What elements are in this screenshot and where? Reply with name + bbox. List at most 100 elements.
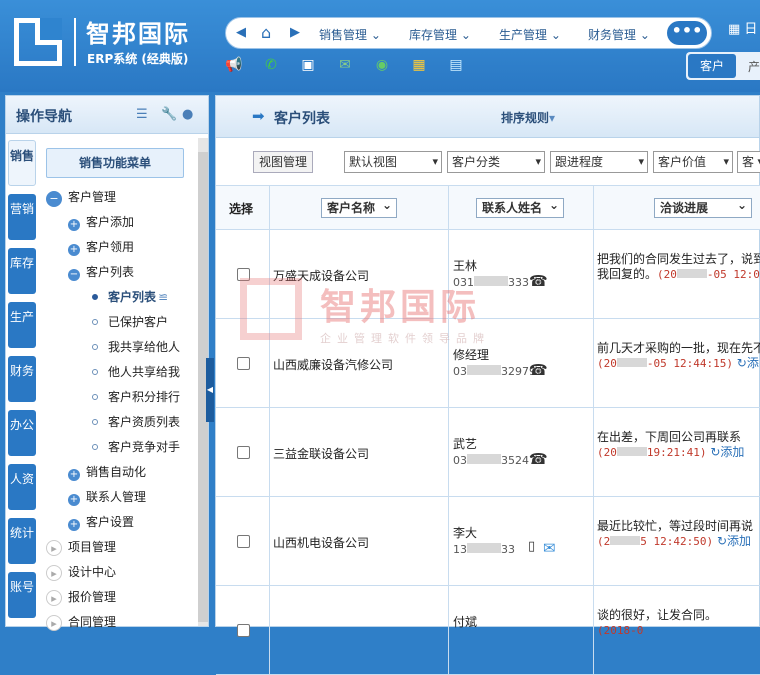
add-link[interactable]: ↻添 bbox=[737, 356, 759, 370]
nav-tree-item[interactable]: − 客户列表 bbox=[68, 263, 134, 281]
calendar-icon[interactable]: ▦ 日 bbox=[728, 18, 757, 37]
module-tab[interactable]: 账号 bbox=[8, 572, 36, 618]
view-manage-button[interactable]: 视图管理 bbox=[253, 151, 313, 173]
wechat-icon[interactable]: ◉ bbox=[373, 57, 391, 73]
page-title: 客户列表 bbox=[274, 111, 330, 127]
telephone-icon[interactable]: ☎ bbox=[529, 361, 548, 379]
table-row[interactable]: 三益金联设备公司 武艺 03 35247 ☎ 在出差，下周回公司再联系 (20 19:21:4… bbox=[216, 408, 760, 497]
telephone-icon[interactable]: ☎ bbox=[529, 272, 548, 290]
phone-prefix: 13 bbox=[453, 543, 467, 556]
module-tab[interactable]: 生产 bbox=[8, 302, 36, 348]
chevron-right-icon: ▸ bbox=[46, 565, 62, 581]
customer-category-select[interactable]: 客户分类 bbox=[447, 151, 545, 173]
nav-tree-item[interactable]: + 客户设置 bbox=[68, 513, 134, 531]
arrow-right-icon[interactable]: ▶ bbox=[290, 25, 300, 40]
mobile-icon[interactable]: ▣ bbox=[299, 57, 317, 73]
nav-tree-item[interactable]: ▸ 设计中心 bbox=[46, 563, 116, 581]
arrow-left-icon[interactable]: ◀ bbox=[236, 25, 246, 40]
customer-name[interactable]: 三益金联设备公司 bbox=[273, 445, 369, 462]
phone-icon[interactable]: ✆ bbox=[262, 57, 280, 73]
collapse-icon: − bbox=[46, 191, 62, 207]
chevron-right-icon: ▸ bbox=[46, 615, 62, 631]
select-header-label: 选择 bbox=[229, 202, 254, 216]
tab-product[interactable]: 产 bbox=[748, 58, 760, 75]
row-checkbox[interactable] bbox=[237, 624, 250, 637]
home-icon[interactable]: ⌂ bbox=[261, 23, 271, 42]
nav-tree-item[interactable]: 客户列表 ≌ bbox=[92, 288, 168, 305]
apps-icon[interactable]: ▦ bbox=[410, 57, 428, 73]
progress-column: 洽谈进展 bbox=[594, 186, 760, 230]
wrench-icon[interactable]: 🔧 bbox=[161, 107, 177, 122]
nav-tree-item[interactable]: + 客户添加 bbox=[68, 213, 134, 231]
module-tab[interactable]: 统计 bbox=[8, 518, 36, 564]
cell-divider bbox=[449, 408, 594, 497]
nav-tree-item[interactable]: 客户竞争对手 bbox=[92, 438, 180, 455]
menu-finance[interactable]: 财务管理 ⌄ bbox=[588, 26, 650, 43]
progress-column-dropdown[interactable]: 洽谈进展 bbox=[654, 196, 752, 218]
nav-tree-item[interactable]: 我共享给他人 bbox=[92, 338, 180, 355]
module-tab[interactable]: 营销 bbox=[8, 194, 36, 240]
table-row[interactable]: 山西机电设备公司 李大 13 33 ▯ ✉ 最近比较忙，等过段时间再说 (2 5 12:42:5… bbox=[216, 497, 760, 586]
nav-tree-item[interactable]: 他人共享给我 bbox=[92, 363, 180, 380]
tab-customer[interactable]: 客户 bbox=[688, 54, 736, 78]
module-tab[interactable]: 财务 bbox=[8, 356, 36, 402]
nav-tree-item[interactable]: 客户资质列表 bbox=[92, 413, 180, 430]
module-tab[interactable]: 销售 bbox=[8, 140, 36, 186]
nav-tree-item[interactable]: ▸ 报价管理 bbox=[46, 588, 116, 606]
nav-tree-item[interactable]: ▸ 合同管理 bbox=[46, 613, 116, 631]
module-tab[interactable]: 人资 bbox=[8, 464, 36, 510]
more-filter-select[interactable]: 客 bbox=[737, 151, 760, 173]
add-link[interactable]: ↻添加 bbox=[717, 534, 751, 548]
module-tab[interactable]: 办公 bbox=[8, 410, 36, 456]
name-column-dropdown[interactable]: 客户名称 bbox=[321, 196, 397, 218]
masked-digits bbox=[467, 543, 501, 553]
sidebar-collapse-handle[interactable]: ◀ bbox=[206, 358, 214, 422]
nav-tree-item[interactable]: 已保护客户 bbox=[92, 313, 168, 330]
customer-value-select[interactable]: 客户价值 bbox=[653, 151, 733, 173]
customer-name[interactable]: 山西威廉设备汽修公司 bbox=[273, 356, 393, 373]
menu-sales[interactable]: 销售管理 ⌄ bbox=[319, 26, 381, 43]
more-menu-button[interactable]: ••• bbox=[667, 21, 707, 45]
nav-tree-item[interactable]: − 客户管理 bbox=[46, 188, 116, 207]
row-checkbox[interactable] bbox=[237, 357, 250, 370]
view-select[interactable]: 默认视图 bbox=[344, 151, 442, 173]
telephone-icon[interactable]: ☎ bbox=[529, 450, 548, 468]
follow-level-select[interactable]: 跟进程度 bbox=[550, 151, 648, 173]
nav-tree-item[interactable]: ▸ 项目管理 bbox=[46, 538, 116, 556]
user-icon[interactable]: ● bbox=[182, 107, 193, 122]
mobile-icon[interactable]: ▯ bbox=[528, 539, 535, 554]
table-row[interactable]: 万盛天成设备公司 王林 031 333 ☎ 把我们的合同发生过去了，说到 我回复的。(20-… bbox=[216, 230, 760, 319]
nav-tree-item[interactable]: + 联系人管理 bbox=[68, 488, 146, 506]
row-checkbox[interactable] bbox=[237, 535, 250, 548]
nav-tree-item[interactable]: 客户积分排行 bbox=[92, 388, 180, 405]
contact-name[interactable]: 修经理 bbox=[453, 346, 489, 363]
list-icon[interactable]: ☰ bbox=[136, 107, 148, 122]
sales-function-menu-button[interactable]: 销售功能菜单 bbox=[46, 148, 184, 178]
nav-tree-item[interactable]: + 销售自动化 bbox=[68, 463, 146, 481]
customer-name[interactable]: 万盛天成设备公司 bbox=[273, 267, 369, 284]
menu-production[interactable]: 生产管理 ⌄ bbox=[499, 26, 561, 43]
customer-name[interactable]: 山西机电设备公司 bbox=[273, 534, 369, 551]
contact-name[interactable]: 王林 bbox=[453, 257, 477, 274]
add-link[interactable]: ↻添加 bbox=[710, 445, 744, 459]
table-row[interactable]: 山西威廉设备汽修公司 修经理 03 32979 ☎ 前几天才采购的一批，现在先不 (20 -0… bbox=[216, 319, 760, 408]
cell-divider bbox=[270, 586, 449, 675]
contact-column-dropdown[interactable]: 联系人姓名 bbox=[476, 196, 564, 218]
table-row[interactable]: 付斌 谈的很好，让发合同。 (2018-0 bbox=[216, 586, 760, 675]
document-icon[interactable]: ▤ bbox=[447, 57, 465, 73]
row-checkbox[interactable] bbox=[237, 446, 250, 459]
module-tab[interactable]: 库存 bbox=[8, 248, 36, 294]
nav-tree-label: 已保护客户 bbox=[108, 315, 169, 329]
contact-name[interactable]: 付斌 bbox=[453, 613, 477, 630]
sms-icon[interactable]: ✉ bbox=[543, 539, 556, 557]
sort-rule-dropdown[interactable]: 排序规则▾ bbox=[501, 109, 555, 126]
menu-inventory[interactable]: 库存管理 ⌄ bbox=[409, 26, 471, 43]
contact-name[interactable]: 武艺 bbox=[453, 435, 477, 452]
nav-tree-item[interactable]: + 客户领用 bbox=[68, 238, 134, 256]
nav-tree-label: 客户资质列表 bbox=[108, 415, 181, 429]
row-checkbox[interactable] bbox=[237, 268, 250, 281]
mail-icon[interactable]: ✉ bbox=[336, 57, 354, 73]
contact-name[interactable]: 李大 bbox=[453, 524, 477, 541]
calendar-label: 日 bbox=[744, 22, 758, 37]
megaphone-icon[interactable]: 📢 bbox=[225, 57, 243, 73]
